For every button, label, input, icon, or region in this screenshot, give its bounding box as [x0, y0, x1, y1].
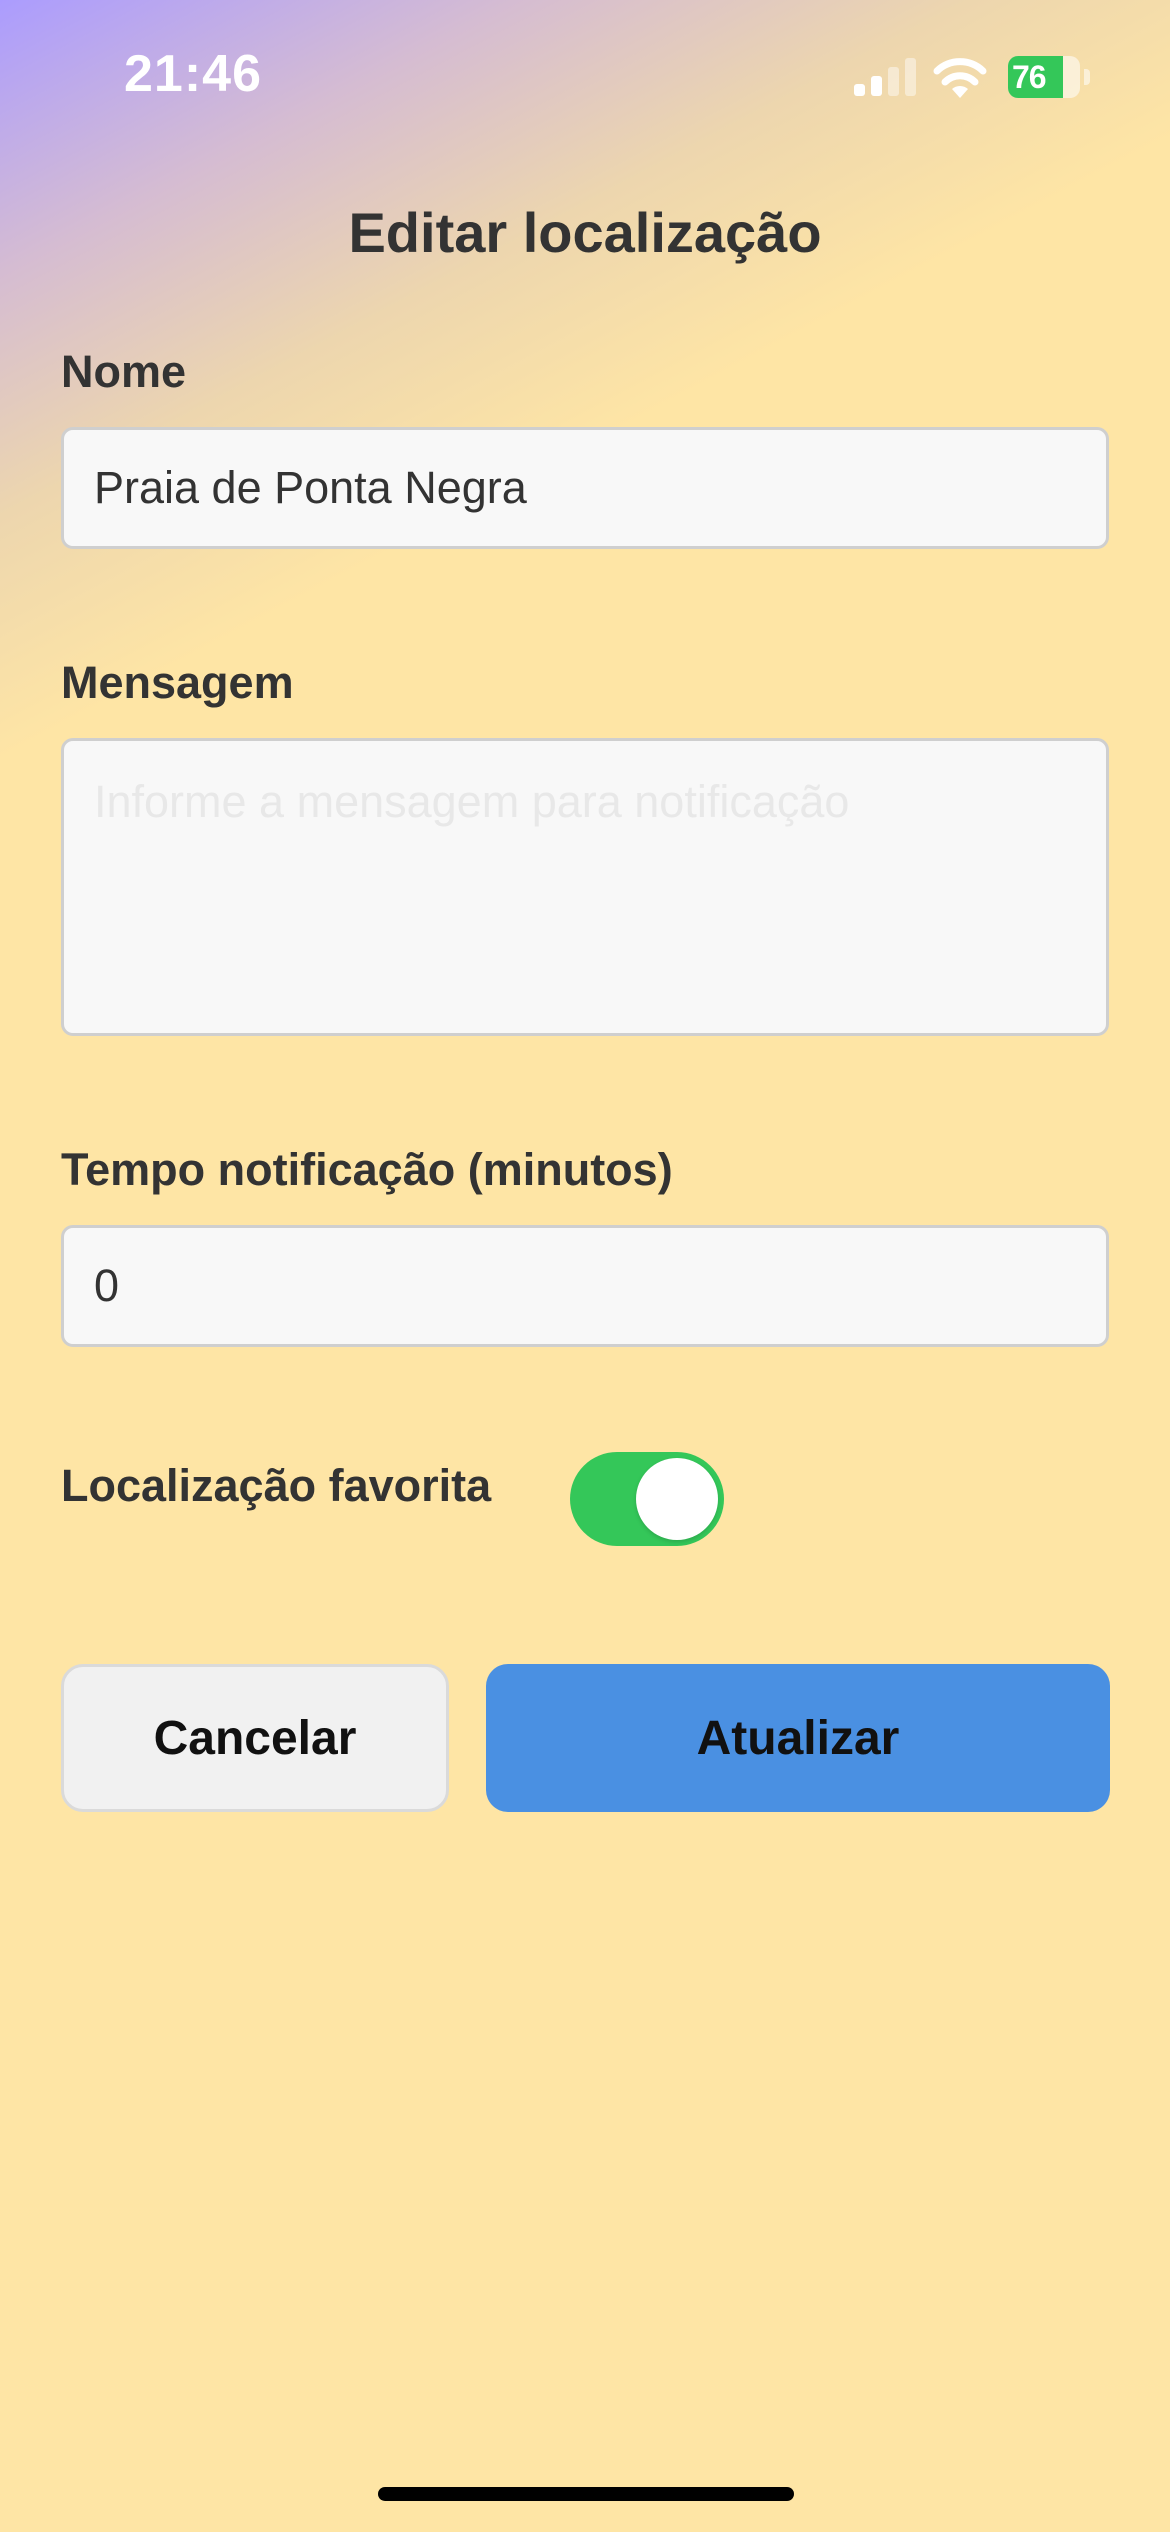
- status-bar: 21:46 76: [0, 0, 1170, 150]
- message-label: Mensagem: [61, 657, 294, 708]
- wifi-icon: [933, 58, 987, 98]
- message-textarea[interactable]: [61, 738, 1109, 1036]
- notify-time-label: Tempo notificação (minutos): [61, 1144, 673, 1195]
- name-label: Nome: [61, 346, 187, 397]
- favorite-toggle[interactable]: [570, 1452, 724, 1546]
- home-indicator: [378, 2487, 794, 2501]
- battery-cap: [1084, 69, 1090, 85]
- notify-time-input[interactable]: [61, 1225, 1109, 1347]
- battery-level: 76: [1012, 59, 1047, 95]
- page-title: Editar localização: [348, 201, 822, 264]
- status-time: 21:46: [124, 45, 262, 103]
- battery-charging-icon: 76: [1008, 56, 1094, 98]
- toggle-knob: [636, 1458, 718, 1540]
- update-button[interactable]: Atualizar: [486, 1664, 1110, 1812]
- cancel-button[interactable]: Cancelar: [61, 1664, 449, 1812]
- battery-body: 76: [1008, 56, 1080, 98]
- favorite-label: Localização favorita: [61, 1460, 492, 1511]
- cellular-signal-icon: [854, 58, 916, 96]
- name-input[interactable]: [61, 427, 1109, 549]
